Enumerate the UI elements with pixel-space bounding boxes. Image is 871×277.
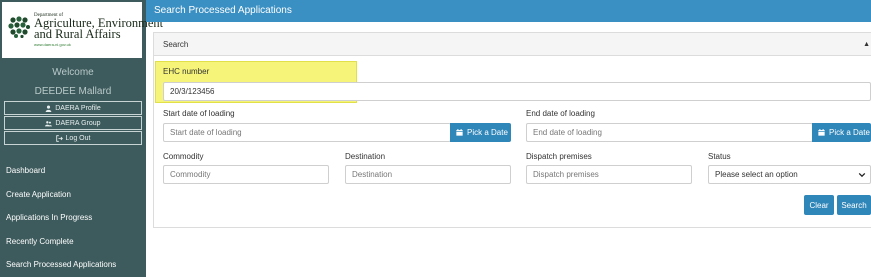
ehc-number-input[interactable]: 20/3/123456 <box>163 82 871 101</box>
search-panel-title: Search <box>163 40 189 49</box>
daera-logo-icon <box>8 16 30 38</box>
daera-profile-label: DAERA Profile <box>55 104 101 112</box>
logout-icon <box>55 134 63 142</box>
destination-input[interactable]: Destination <box>345 165 511 184</box>
welcome-text: Welcome <box>52 67 94 78</box>
collapse-caret-icon[interactable]: ▲ <box>863 41 870 48</box>
nav-applications-in-progress[interactable]: Applications In Progress <box>6 213 92 222</box>
nav-search-processed-applications[interactable]: Search Processed Applications <box>6 260 116 269</box>
user-icon <box>45 105 52 112</box>
end-date-label: End date of loading <box>526 109 595 118</box>
chevron-down-icon <box>858 172 866 178</box>
status-select[interactable]: Please select an option <box>708 165 871 184</box>
logo-url: www.daera-ni.gov.uk <box>34 42 71 47</box>
end-date-pick-button[interactable]: Pick a Date <box>812 123 871 142</box>
dispatch-premises-label: Dispatch premises <box>526 152 592 161</box>
end-date-pick-label: Pick a Date <box>829 128 870 137</box>
page-header: Search Processed Applications <box>146 0 871 22</box>
log-out-label: Log Out <box>65 134 91 142</box>
log-out-button[interactable]: Log Out <box>4 131 142 145</box>
ehc-number-label: EHC number <box>163 67 210 76</box>
start-date-label: Start date of loading <box>163 109 235 118</box>
dispatch-premises-input[interactable]: Dispatch premises <box>526 165 692 184</box>
start-date-pick-button[interactable]: Pick a Date <box>450 123 511 142</box>
nav-recently-complete[interactable]: Recently Complete <box>6 237 74 246</box>
start-date-input[interactable]: Start date of loading <box>163 123 451 142</box>
users-icon <box>45 120 53 126</box>
status-selected-value: Please select an option <box>715 170 798 179</box>
daera-group-button[interactable]: DAERA Group <box>4 116 142 130</box>
clear-button[interactable]: Clear <box>804 195 834 215</box>
calendar-icon <box>818 129 825 136</box>
nav-dashboard[interactable]: Dashboard <box>6 166 45 175</box>
daera-logo[interactable]: Department of Agriculture, Environment a… <box>2 2 163 58</box>
logo-line2: and Rural Affairs <box>34 27 121 41</box>
calendar-icon <box>456 129 463 136</box>
app-root: Department of Agriculture, Environment a… <box>0 0 871 277</box>
commodity-label: Commodity <box>163 152 204 161</box>
user-name: DEEDEE Mallard <box>34 86 112 97</box>
search-button[interactable]: Search <box>837 195 871 215</box>
status-label: Status <box>708 152 731 161</box>
end-date-input[interactable]: End date of loading <box>526 123 813 142</box>
destination-label: Destination <box>345 152 386 161</box>
nav-create-application[interactable]: Create Application <box>6 190 71 199</box>
search-panel-header[interactable]: Search ▲ <box>154 33 871 56</box>
start-date-pick-label: Pick a Date <box>467 128 508 137</box>
daera-group-label: DAERA Group <box>55 119 101 127</box>
page-title: Search Processed Applications <box>154 5 292 16</box>
sidebar: Department of Agriculture, Environment a… <box>0 0 163 277</box>
daera-profile-button[interactable]: DAERA Profile <box>4 101 142 115</box>
commodity-input[interactable]: Commodity <box>163 165 329 184</box>
